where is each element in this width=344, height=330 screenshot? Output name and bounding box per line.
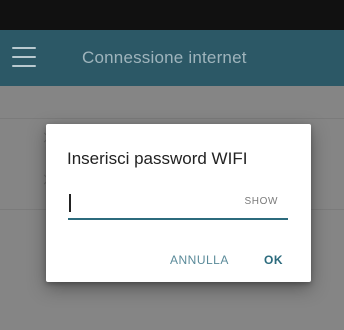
show-password-button[interactable]: SHOW (244, 196, 278, 207)
app-toolbar: Connessione internet (0, 30, 344, 86)
text-cursor (69, 194, 71, 212)
password-field[interactable]: SHOW (68, 192, 288, 220)
ok-button[interactable]: OK (264, 253, 283, 267)
wifi-password-dialog: Inserisci password WIFI SHOW ANNULLA OK (46, 124, 311, 282)
dialog-title: Inserisci password WIFI (67, 149, 248, 168)
toolbar-title: Connessione internet (82, 48, 247, 67)
cancel-button[interactable]: ANNULLA (170, 253, 229, 267)
list-item[interactable] (0, 86, 344, 119)
status-bar (0, 0, 344, 30)
hamburger-menu-icon[interactable] (12, 47, 36, 67)
